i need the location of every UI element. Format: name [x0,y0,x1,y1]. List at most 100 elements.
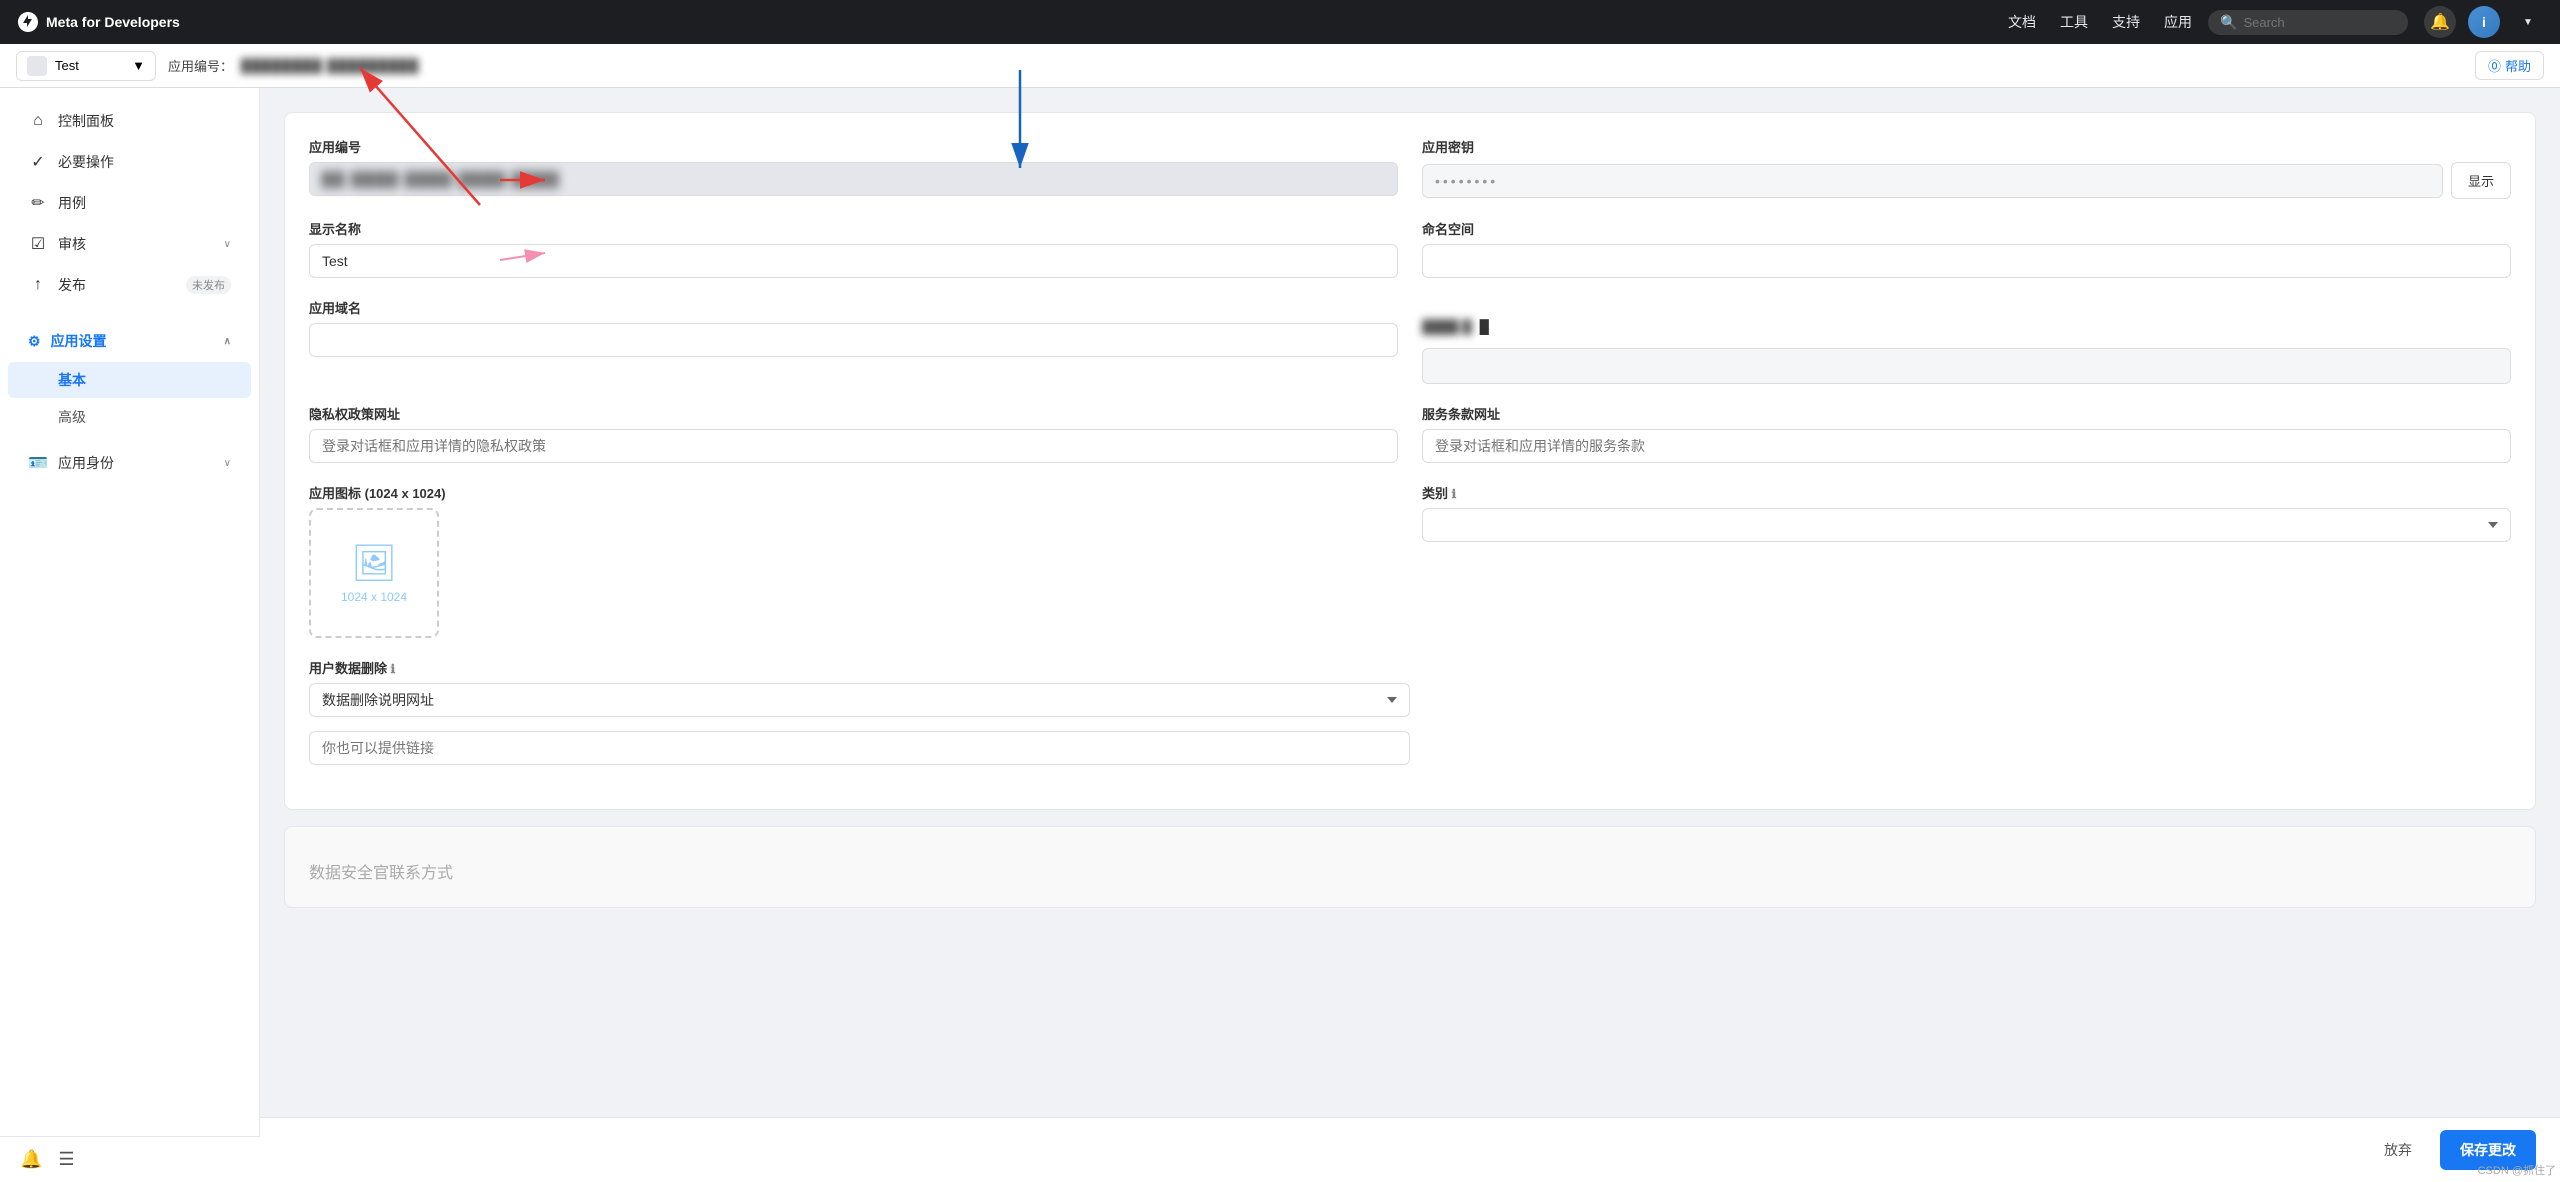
tos-url-group: 服务条款网址 [1422,404,2511,463]
tos-url-input[interactable] [1422,429,2511,463]
search-box[interactable]: 🔍 [2208,10,2408,35]
sidebar-item-required[interactable]: ✓ 必要操作 [8,142,251,182]
help-button[interactable]: ⓪ 帮助 [2475,51,2544,80]
identity-icon: 🪪 [28,453,48,473]
search-icon: 🔍 [2220,14,2237,31]
sidebar-item-review[interactable]: ☑ 审核 ∨ [8,224,251,264]
sidebar-item-usecase[interactable]: ✏ 用例 [8,183,251,223]
app-settings-chevron: ∧ [224,336,231,347]
discard-button[interactable]: 放弃 [2368,1132,2428,1168]
sidebar-sub-item-basic[interactable]: 基本 [8,362,251,398]
nav-docs[interactable]: 文档 [2008,12,2036,32]
app-domain-input[interactable] [309,323,1398,357]
edit-icon: ✏ [28,193,48,213]
app-id-label: 应用编号： [168,56,233,75]
upload-photo-icon: 🖼 [351,542,397,584]
app-secret-group: 应用密钥 •••••••• 显示 [1422,137,2511,199]
search-input[interactable] [2243,15,2393,30]
list-icon[interactable]: ☰ [58,1149,74,1170]
domain-blurred-value: ████ █ [1422,319,1472,334]
sidebar-group-app-settings[interactable]: ⚙ 应用设置 ∧ [8,321,251,361]
nav-apps[interactable]: 应用 [2164,12,2192,32]
app-id-group: 应用编号 ██ ████ ████ ████ ████ [309,137,1398,199]
layout: ⌂ 控制面板 ✓ 必要操作 ✏ 用例 ☑ 审核 ∨ ↑ 发布 未发布 ⚙ 应用设… [0,88,2560,1182]
display-name-group: 显示名称 [309,219,1398,278]
data-security-title: 数据安全官联系方式 [309,859,2511,883]
data-security-card: 数据安全官联系方式 [284,826,2536,908]
sidebar-item-publish[interactable]: ↑ 发布 未发布 [8,265,251,305]
nav-support[interactable]: 支持 [2112,12,2140,32]
basic-settings-card: 应用编号 ██ ████ ████ ████ ████ 应用密钥 •••••••… [284,112,2536,810]
deletion-dropdown[interactable]: 数据删除说明网址 [309,683,1410,717]
form-row-1: 应用编号 ██ ████ ████ ████ ████ 应用密钥 •••••••… [309,137,2511,219]
privacy-policy-label: 隐私权政策网址 [309,404,1398,423]
sidebar-item-app-identity[interactable]: 🪪 应用身份 ∨ [8,443,251,483]
app-id-bar: 应用编号： ████████ █████████ [168,56,419,75]
namespace-group: 命名空间 [1422,219,2511,278]
avatar[interactable]: i [2468,6,2500,38]
sidebar-item-dashboard[interactable]: ⌂ 控制面板 [8,101,251,141]
help-circle-icon: ⓪ [2488,56,2501,75]
upload-size-label: 1024 x 1024 [341,590,407,604]
app-secret-input: •••••••• [1422,164,2443,198]
app-secret-label: 应用密钥 [1422,137,2511,156]
sidebar-label-publish: 发布 [58,275,176,295]
category-group: 类别 ℹ [1422,483,2511,638]
category-info-icon[interactable]: ℹ [1452,487,1457,501]
app-domain-group: 应用域名 [309,298,1398,384]
publish-icon: ↑ [28,276,48,294]
app-id-input: ██ ████ ████ ████ ████ [309,162,1398,196]
bottom-bar: 放弃 保存更改 [260,1117,2560,1182]
namespace-input[interactable] [1422,244,2511,278]
tos-url-label: 服务条款网址 [1422,404,2511,423]
deletion-info-icon[interactable]: ℹ [391,662,396,676]
main-content: 应用编号 ██ ████ ████ ████ ████ 应用密钥 •••••••… [260,88,2560,1182]
sidebar-sub-item-advanced[interactable]: 高级 [8,399,251,435]
sidebar-footer: 🔔 ☰ [0,1136,260,1182]
user-data-deletion-group: 用户数据删除 ℹ 数据删除说明网址 [309,658,1410,765]
app-id-value: ████████ █████████ [241,58,419,73]
review-chevron: ∨ [224,239,231,250]
category-label: 类别 ℹ [1422,483,2511,502]
deletion-link-input[interactable] [309,731,1410,765]
bell-icon[interactable]: 🔔 [20,1149,42,1170]
privacy-policy-input[interactable] [309,429,1398,463]
app-selector-chevron: ▼ [132,58,145,73]
watermark: CSDN @抓住了 [2478,1162,2556,1178]
app-icon-upload[interactable]: 🖼 1024 x 1024 [309,508,439,638]
sidebar-label-review: 审核 [58,234,214,254]
sidebar-label-advanced: 高级 [58,407,86,427]
show-secret-button[interactable]: 显示 [2451,162,2511,199]
domain-suffix: █ [1480,319,1489,334]
notification-bell[interactable]: 🔔 [2424,6,2456,38]
sidebar-label-usecase: 用例 [58,193,231,213]
app-domain-label: 应用域名 [309,298,1398,317]
check-icon: ✓ [28,152,48,172]
domain-value-input [1422,348,2511,384]
home-icon: ⌂ [28,112,48,130]
app-icon-label: 应用图标 (1024 x 1024) [309,483,1398,502]
app-selector-name: Test [55,58,79,73]
settings-gear-icon: ⚙ [28,333,41,350]
form-row-4: 隐私权政策网址 服务条款网址 [309,404,2511,483]
privacy-policy-group: 隐私权政策网址 [309,404,1398,463]
logo: Meta for Developers [16,10,180,34]
review-icon: ☑ [28,234,48,254]
nav-icons: 🔔 i ▼ [2424,6,2544,38]
display-name-input[interactable] [309,244,1398,278]
app-selector[interactable]: Test ▼ [16,51,156,81]
app-icon-group: 应用图标 (1024 x 1024) 🖼 1024 x 1024 [309,483,1398,638]
top-nav: Meta for Developers 文档 工具 支持 应用 🔍 🔔 i ▼ [0,0,2560,44]
app-selector-icon [27,56,47,76]
form-row-5: 应用图标 (1024 x 1024) 🖼 1024 x 1024 类别 ℹ [309,483,2511,658]
user-data-deletion-label: 用户数据删除 ℹ [309,658,1410,677]
domain-value-group: ████ █ █ [1422,298,2511,384]
sidebar-label-app-identity: 应用身份 [58,453,214,473]
nav-tools[interactable]: 工具 [2060,12,2088,32]
domain-value-label [1422,298,2511,313]
secondary-bar: Test ▼ 应用编号： ████████ █████████ ⓪ 帮助 [0,44,2560,88]
sidebar: ⌂ 控制面板 ✓ 必要操作 ✏ 用例 ☑ 审核 ∨ ↑ 发布 未发布 ⚙ 应用设… [0,88,260,1182]
account-chevron[interactable]: ▼ [2512,6,2544,38]
nav-links: 文档 工具 支持 应用 [2008,12,2192,32]
category-select[interactable] [1422,508,2511,542]
